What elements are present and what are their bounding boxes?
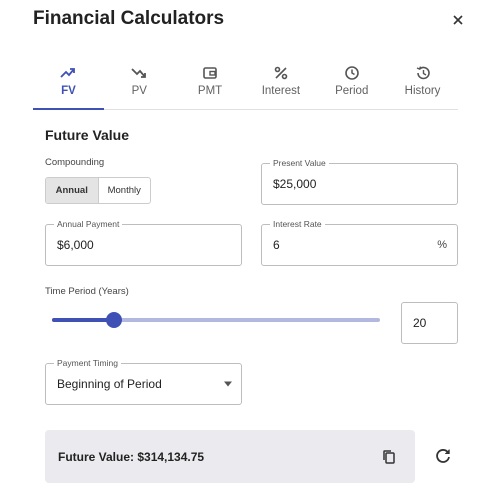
present-value-input[interactable]: $25,000 xyxy=(273,177,316,191)
future-value-result: Future Value: $314,134.75 xyxy=(58,449,205,464)
annual-payment-field[interactable]: Annual Payment $6,000 xyxy=(45,219,242,266)
present-value-field[interactable]: Present Value $25,000 xyxy=(261,158,458,205)
compounding-label: Compounding xyxy=(45,157,105,168)
tab-period[interactable]: Period xyxy=(316,60,387,109)
trending-down-icon xyxy=(130,64,148,82)
copy-button[interactable] xyxy=(381,449,397,465)
annual-payment-input[interactable]: $6,000 xyxy=(57,238,94,252)
interest-rate-input[interactable]: 6 xyxy=(273,238,280,252)
compounding-annual-option[interactable]: Annual xyxy=(46,178,99,203)
tab-interest[interactable]: Interest xyxy=(245,60,316,109)
tab-label: PMT xyxy=(197,85,223,97)
tab-pmt[interactable]: PMT xyxy=(175,60,246,109)
close-button[interactable] xyxy=(448,10,468,30)
wallet-icon xyxy=(202,64,218,82)
clock-icon xyxy=(344,64,360,82)
refresh-icon xyxy=(436,449,450,463)
annual-payment-label: Annual Payment xyxy=(54,219,123,229)
compounding-monthly-option[interactable]: Monthly xyxy=(99,178,151,203)
tab-label: FV xyxy=(61,85,76,97)
payment-timing-value: Beginning of Period xyxy=(57,377,162,391)
time-period-input[interactable]: 20 xyxy=(401,302,458,344)
tab-label: Interest xyxy=(261,85,301,97)
dialog-title: Financial Calculators xyxy=(33,8,225,29)
trending-up-icon xyxy=(59,64,77,82)
time-period-label: Time Period (Years) xyxy=(45,286,129,297)
percent-suffix: % xyxy=(437,239,447,251)
interest-rate-field[interactable]: Interest Rate 6 % xyxy=(261,219,458,266)
payment-timing-label: Payment Timing xyxy=(54,358,121,368)
section-title: Future Value xyxy=(45,127,130,143)
tab-label: PV xyxy=(131,85,147,97)
present-value-label: Present Value xyxy=(270,158,329,168)
history-icon xyxy=(415,64,431,82)
reset-button[interactable] xyxy=(434,447,452,465)
percent-icon xyxy=(273,64,289,82)
copy-icon xyxy=(383,449,395,464)
payment-timing-select[interactable]: Payment Timing Beginning of Period xyxy=(45,358,242,405)
tab-fv[interactable]: FV xyxy=(33,60,104,110)
time-period-slider-fill xyxy=(52,318,115,322)
time-period-slider-thumb[interactable] xyxy=(106,312,123,328)
result-panel: Future Value: $314,134.75 xyxy=(45,430,415,483)
dropdown-arrow-icon xyxy=(224,381,232,387)
close-icon xyxy=(453,15,463,25)
tab-history[interactable]: History xyxy=(387,60,458,109)
interest-rate-label: Interest Rate xyxy=(270,219,325,229)
calculator-tabs: FV PV PMT Interest Period History xyxy=(33,60,458,110)
tab-label: Period xyxy=(335,85,369,97)
time-period-value: 20 xyxy=(413,316,427,330)
tab-pv[interactable]: PV xyxy=(104,60,175,109)
compounding-toggle: Annual Monthly xyxy=(45,177,151,204)
tab-label: History xyxy=(404,85,441,97)
